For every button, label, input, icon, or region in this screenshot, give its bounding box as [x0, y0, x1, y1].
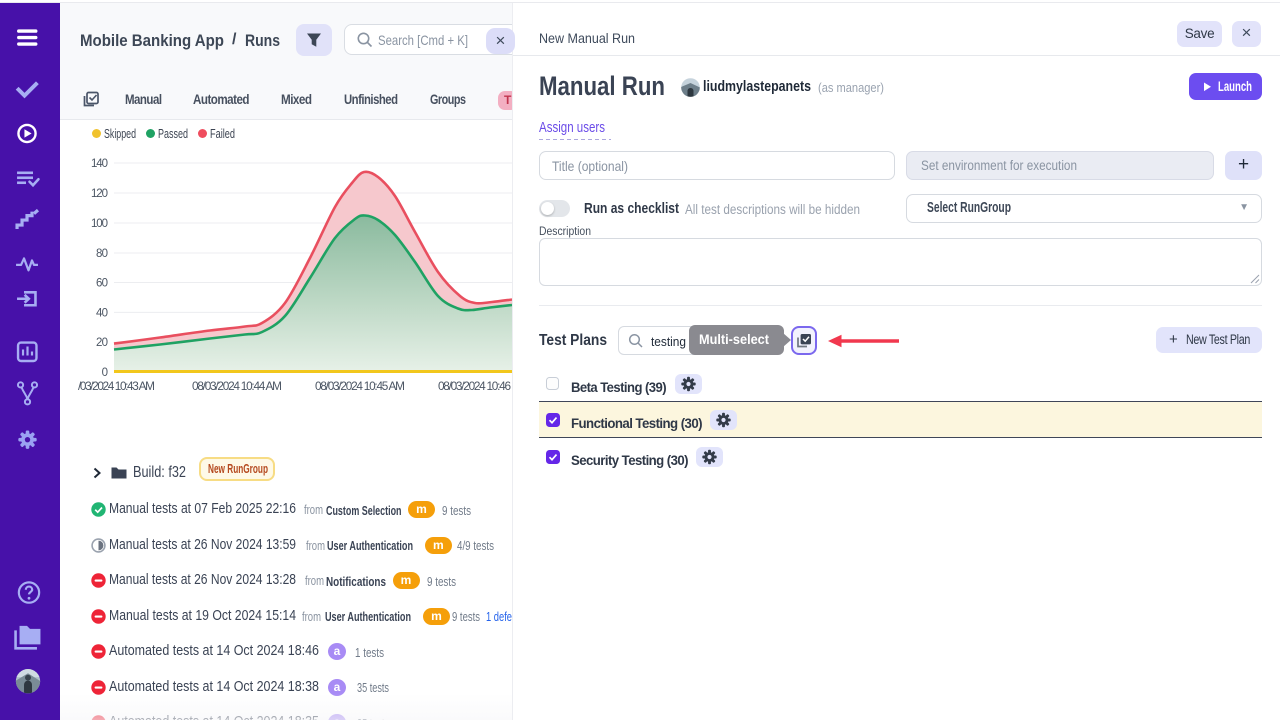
svg-text:60: 60 [96, 278, 108, 290]
svg-text:120: 120 [91, 188, 108, 200]
svg-text:0: 0 [102, 367, 108, 379]
svg-text:20: 20 [96, 337, 108, 349]
svg-text:140: 140 [91, 158, 108, 170]
svg-text:100: 100 [91, 218, 108, 230]
svg-text:80: 80 [96, 248, 108, 260]
svg-text:/03/2024 10:43 AM: /03/2024 10:43 AM [78, 379, 155, 393]
svg-text:08/03/2024 10:44 AM: 08/03/2024 10:44 AM [192, 379, 282, 393]
svg-text:40: 40 [96, 307, 108, 319]
svg-text:08/03/2024 10:45 AM: 08/03/2024 10:45 AM [315, 379, 405, 393]
svg-text:08/03/2024 10:46: 08/03/2024 10:46 [438, 379, 511, 393]
